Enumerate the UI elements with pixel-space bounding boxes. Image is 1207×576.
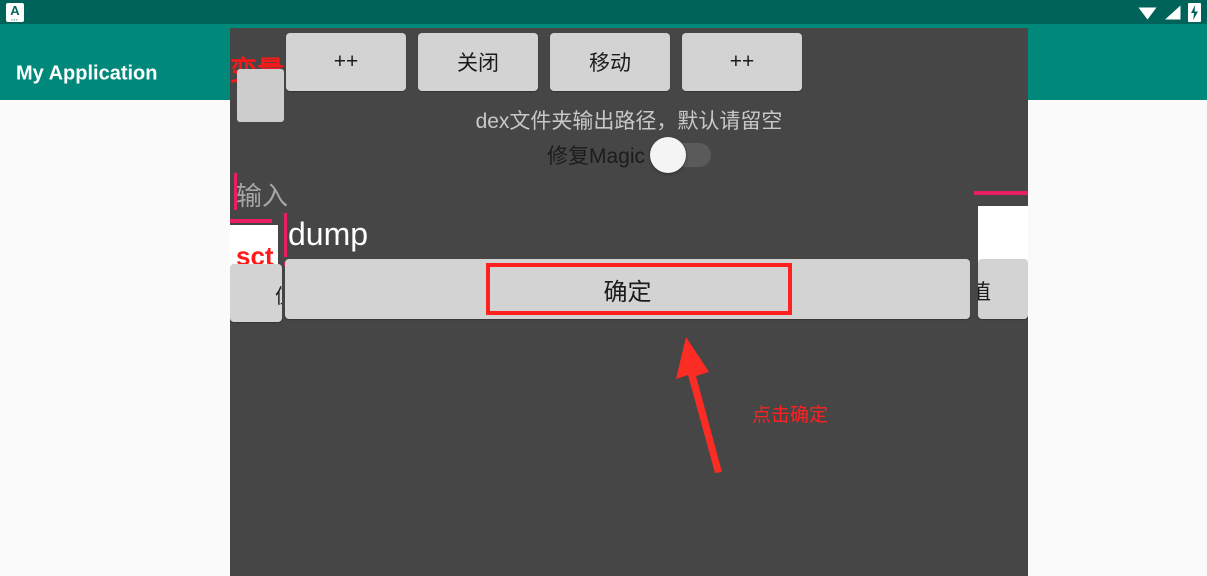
fix-magic-toggle[interactable]: [650, 137, 712, 173]
left-input-underline: [230, 219, 272, 223]
fix-magic-row: 修复Magic: [230, 137, 1028, 173]
android-screen: A ▪▪▪ My Application 变量 ++ 关闭 移动 ++ dex文…: [0, 0, 1207, 576]
notification-app-icon-letter: A: [10, 3, 20, 18]
right-clipped-button[interactable]: 值: [978, 259, 1028, 319]
wifi-icon: [1138, 5, 1157, 20]
dump-input-value: dump: [288, 216, 369, 252]
left-clipped-input[interactable]: 输入: [230, 171, 288, 223]
right-field-underline: [974, 191, 1028, 195]
fix-magic-toggle-knob: [650, 137, 687, 173]
status-bar: A ▪▪▪: [0, 0, 1207, 24]
close-button[interactable]: 关闭: [418, 33, 538, 91]
status-bar-icons: [1138, 2, 1201, 22]
left-clipped-button-label: 值: [275, 280, 282, 309]
annotation-highlight-rectangle: [486, 263, 792, 315]
annotation-text: 点击确定: [752, 405, 829, 426]
battery-charging-icon: [1188, 2, 1201, 22]
notification-app-icon: A ▪▪▪: [6, 3, 24, 22]
notification-app-icon-dots: ▪▪▪: [11, 17, 19, 22]
signal-icon: [1164, 5, 1181, 20]
annotation-up-left-arrow-icon: [660, 330, 750, 475]
plus-plus-button-1[interactable]: ++: [286, 33, 406, 91]
dex-output-path-hint: dex文件夹输出路径，默认请留空: [475, 110, 783, 133]
app-title: My Application: [16, 62, 158, 85]
move-button[interactable]: 移动: [550, 33, 670, 91]
left-input-placeholder: 输入: [236, 181, 289, 211]
dump-input-caret: [284, 213, 287, 257]
fix-magic-label: 修复Magic: [546, 145, 646, 168]
left-clipped-button[interactable]: 值: [230, 264, 282, 322]
plus-plus-button-2[interactable]: ++: [682, 33, 802, 91]
right-clipped-button-label: 值: [978, 281, 991, 304]
